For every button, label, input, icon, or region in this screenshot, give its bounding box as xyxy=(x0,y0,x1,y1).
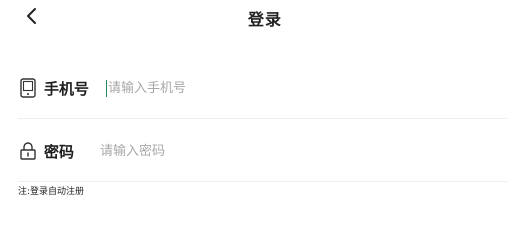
lock-icon xyxy=(18,140,38,162)
nav-bar: 登录 xyxy=(0,0,530,34)
text-caret xyxy=(106,79,107,97)
phone-input-wrap[interactable] xyxy=(106,76,408,100)
phone-label: 手机号 xyxy=(44,79,90,98)
divider xyxy=(18,118,508,119)
page-title: 登录 xyxy=(247,10,282,29)
phone-row: 手机号 xyxy=(18,66,508,110)
login-screen: 登录 手机号 密码 注:登录自动注册 xyxy=(0,0,530,244)
auto-register-note: 注:登录自动注册 xyxy=(18,187,85,197)
mobile-phone-icon xyxy=(18,77,38,99)
divider xyxy=(18,181,508,182)
password-input[interactable] xyxy=(100,139,400,163)
password-label: 密码 xyxy=(44,142,75,161)
password-row: 密码 xyxy=(18,129,508,173)
phone-input[interactable] xyxy=(108,76,408,100)
